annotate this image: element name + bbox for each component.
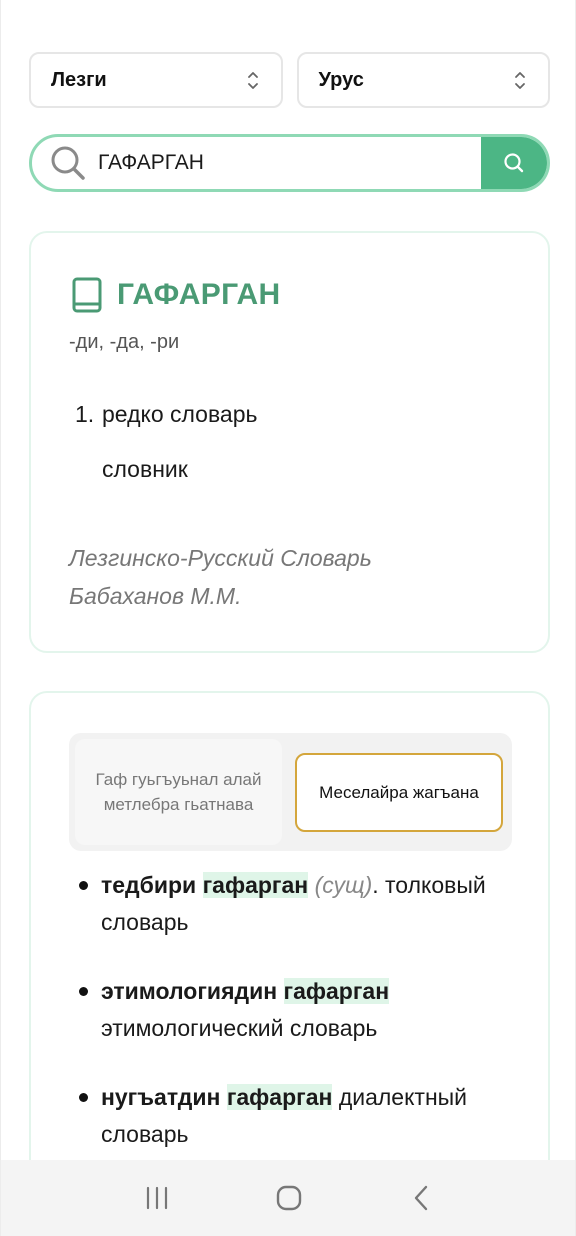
back-icon <box>414 1185 428 1211</box>
list-item: тедбири гафарган (сущ). толковый словарь <box>79 867 509 941</box>
example-translation: этимологический словарь <box>101 1015 378 1041</box>
punctuation: . <box>372 872 379 898</box>
bullet <box>79 987 88 996</box>
system-navigation-bar <box>1 1160 575 1236</box>
dictionary-source: Лезгинско-Русский Словарь Бабаханов М.М. <box>69 539 372 615</box>
tab-examples[interactable]: Меселайра жагъана <box>295 753 503 832</box>
entry-heading: ГАФАРГАН <box>71 277 280 313</box>
target-language-label: Урус <box>318 68 364 91</box>
entry-card: ГАФАРГАН -ди, -да, -ри 1. редко словарь с… <box>29 231 550 653</box>
language-selector-row: Лезги Урус <box>29 52 550 108</box>
source-author: Бабаханов М.М. <box>69 583 242 609</box>
chevron-up-down-icon <box>514 71 526 90</box>
tab-meanings[interactable]: Гаф гуьгъуьнал алай метлебра гьатнава <box>75 739 282 845</box>
definition-number: 1. <box>75 401 95 427</box>
example-highlight: гафарган <box>202 872 309 898</box>
home-button[interactable] <box>259 1178 319 1218</box>
usage-card: Гаф гуьгъуьнал алай метлебра гьатнава Ме… <box>29 691 550 1236</box>
target-language-select[interactable]: Урус <box>296 52 550 108</box>
bullet <box>79 881 88 890</box>
part-of-speech: (сущ) <box>314 872 373 898</box>
example-list: тедбири гафарган (сущ). толковый словарь… <box>79 867 509 1185</box>
dictionary-screen: Лезги Урус ГАФАРГАН ГАФАРГАН -ди, -да, -… <box>0 0 576 1236</box>
search-bar: ГАФАРГАН <box>29 134 550 192</box>
home-icon <box>276 1185 302 1211</box>
source-title: Лезгинско-Русский Словарь <box>69 545 372 571</box>
list-item: этимологиядин гафарган этимологический с… <box>79 973 509 1047</box>
magnifier-icon <box>51 146 85 180</box>
example-highlight: гафарган <box>283 978 390 1004</box>
example-term: тедбири <box>101 872 197 898</box>
source-language-select[interactable]: Лезги <box>29 52 283 108</box>
chevron-up-down-icon <box>247 71 259 90</box>
search-input[interactable]: ГАФАРГАН <box>98 151 547 175</box>
example-term: этимологиядин <box>101 978 278 1004</box>
bullet <box>79 1093 88 1102</box>
definition-item: словник <box>102 456 188 482</box>
back-button[interactable] <box>391 1178 451 1218</box>
definition-list: 1. редко словарь словник <box>75 401 258 483</box>
book-icon <box>72 277 102 313</box>
search-button[interactable] <box>481 137 547 189</box>
example-term: нугъатдин <box>101 1084 221 1110</box>
source-language-label: Лезги <box>51 68 107 91</box>
recents-icon <box>146 1186 168 1210</box>
example-highlight: гафарган <box>226 1084 333 1110</box>
definition-item: 1. редко словарь <box>75 401 258 428</box>
headword: ГАФАРГАН <box>117 278 281 311</box>
usage-tabs: Гаф гуьгъуьнал алай метлебра гьатнава Ме… <box>69 733 512 851</box>
definition-text: редко словарь <box>102 401 258 427</box>
grammar-forms: -ди, -да, -ри <box>69 331 180 353</box>
list-item: нугъатдин гафарган диалектный словарь <box>79 1079 509 1153</box>
search-icon <box>504 153 524 173</box>
recents-button[interactable] <box>127 1178 187 1218</box>
